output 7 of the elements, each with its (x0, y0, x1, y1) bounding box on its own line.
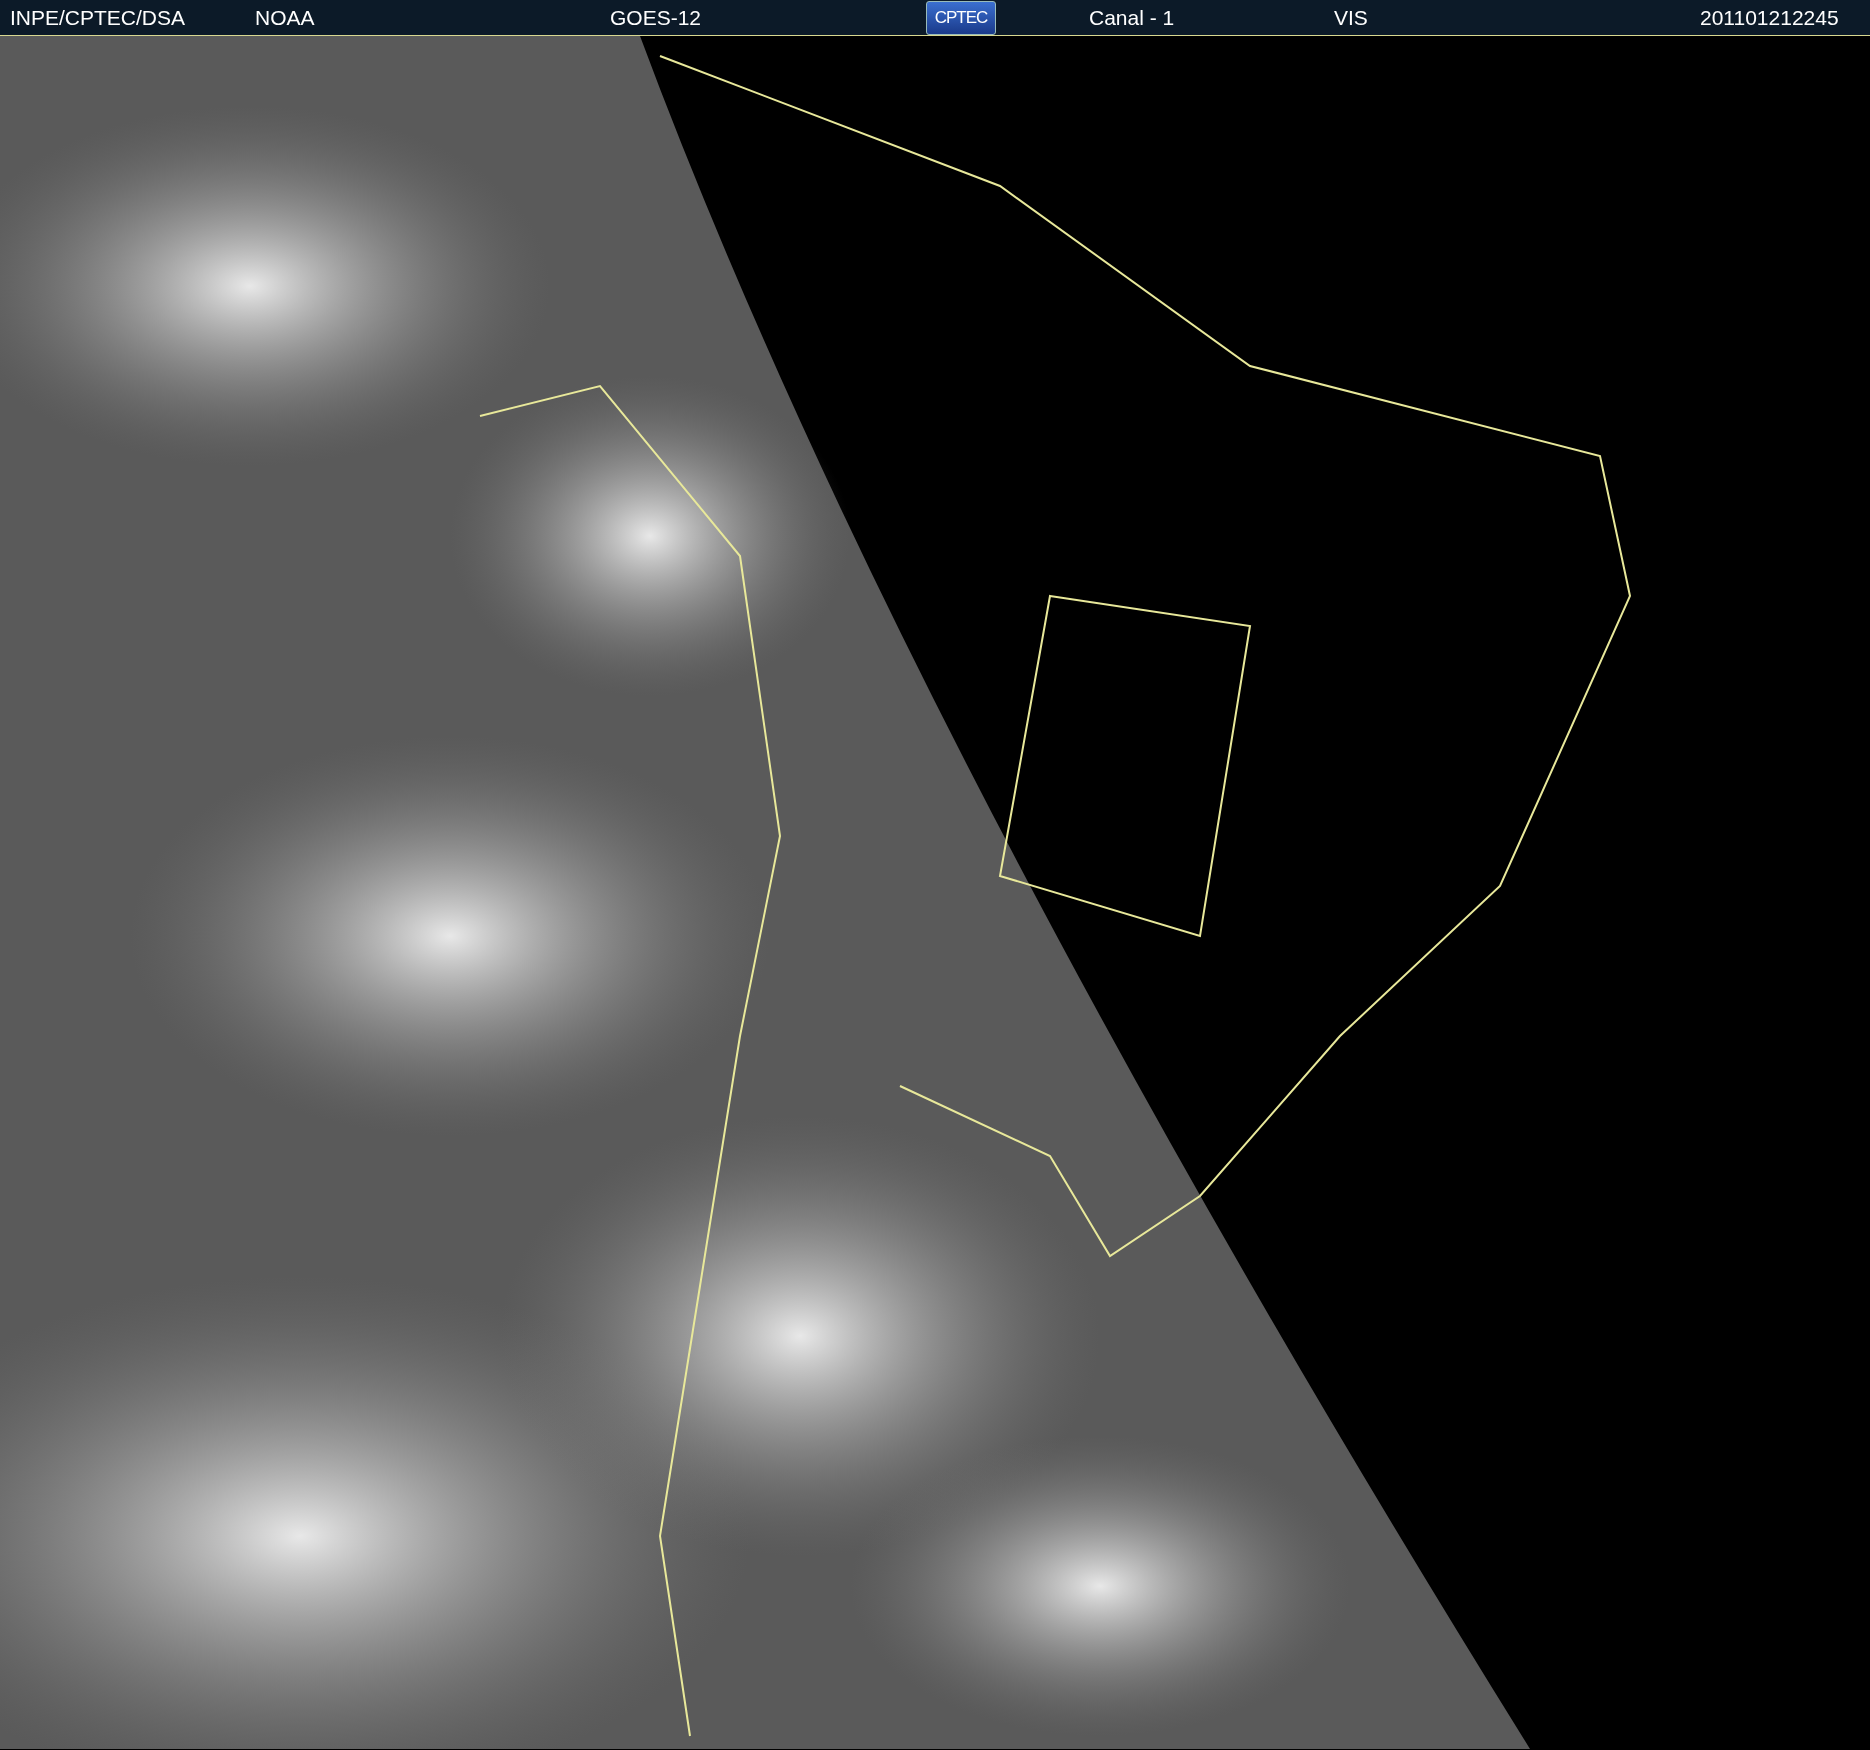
header-label: INPE/CPTEC/DSA (10, 5, 186, 30)
header-label: GOES-12 (610, 5, 702, 30)
header-label: NOAA (255, 5, 315, 30)
header-label: 201101212245 (1700, 5, 1839, 30)
header-label: VIS (1334, 5, 1368, 30)
logo: CPTEC (926, 0, 996, 35)
header-label: Canal - 1 (1089, 5, 1175, 30)
